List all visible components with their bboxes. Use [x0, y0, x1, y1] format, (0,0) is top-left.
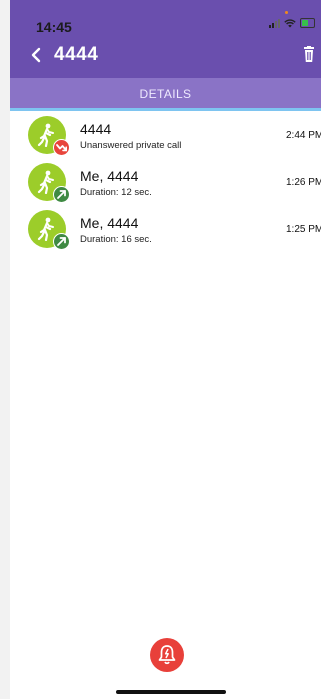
- call-list-item[interactable]: Me, 4444 Duration: 12 sec. 1:26 PM: [10, 158, 321, 205]
- call-list-item[interactable]: Me, 4444 Duration: 16 sec. 1:25 PM: [10, 205, 321, 252]
- alarm-button[interactable]: [150, 638, 184, 672]
- battery-icon: [300, 18, 315, 28]
- call-subtitle: Duration: 12 sec.: [80, 187, 152, 198]
- status-icons: [269, 18, 315, 28]
- outgoing-call-badge: [53, 233, 70, 250]
- call-subtitle: Unanswered private call: [80, 140, 182, 151]
- status-bar: 14:45: [10, 0, 321, 35]
- call-time: 1:25 PM: [286, 224, 321, 235]
- alarm-bell-icon: [158, 645, 176, 665]
- call-time: 2:44 PM: [286, 130, 321, 141]
- tab-bar: DETAILS: [10, 78, 321, 111]
- status-time: 14:45: [36, 19, 72, 35]
- back-chevron-icon[interactable]: [26, 44, 46, 66]
- navigation-bar: 4444: [10, 34, 321, 78]
- call-list-item[interactable]: 4444 Unanswered private call 2:44 PM: [10, 111, 321, 158]
- signal-icon: [269, 18, 280, 28]
- contact-title: 4444: [54, 44, 99, 65]
- call-history-list: 4444 Unanswered private call 2:44 PM Me,…: [10, 111, 321, 252]
- wifi-icon: [284, 18, 296, 27]
- trash-icon[interactable]: [301, 46, 317, 64]
- phone-screen: 14:45 4444 DETAILS 4444 Unanswered priva…: [10, 0, 321, 699]
- call-time: 1:26 PM: [286, 177, 321, 188]
- call-title: Me, 4444: [80, 168, 139, 184]
- privacy-indicator-dot: [285, 11, 288, 14]
- missed-call-icon: [56, 144, 67, 152]
- outgoing-call-badge: [53, 186, 70, 203]
- missed-call-badge: [53, 139, 70, 156]
- home-indicator[interactable]: [116, 690, 226, 694]
- tab-details[interactable]: DETAILS: [10, 87, 321, 101]
- call-title: 4444: [80, 121, 112, 137]
- call-subtitle: Duration: 16 sec.: [80, 234, 152, 245]
- outgoing-call-icon: [57, 237, 66, 246]
- call-title: Me, 4444: [80, 215, 139, 231]
- outgoing-call-icon: [57, 190, 66, 199]
